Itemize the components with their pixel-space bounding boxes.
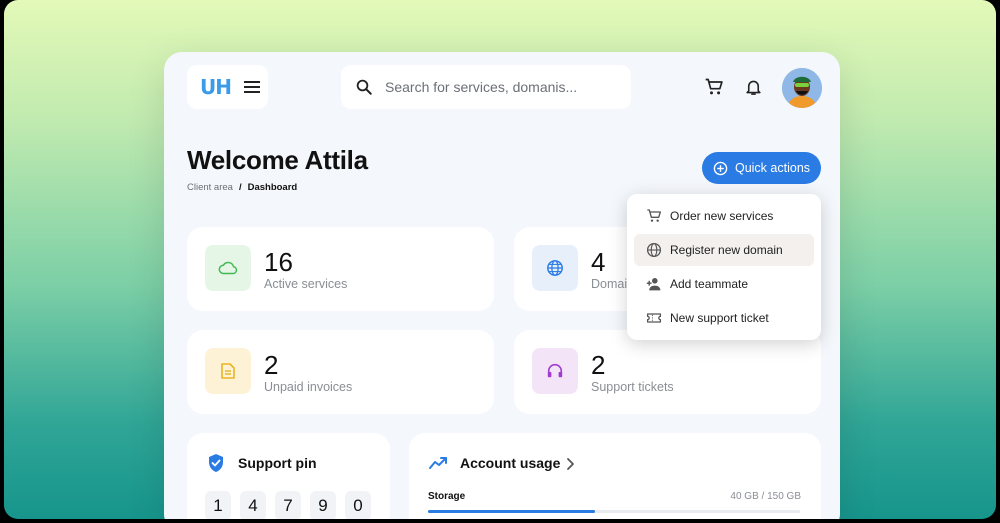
logo-box: UH bbox=[187, 65, 268, 109]
quick-actions-label: Quick actions bbox=[734, 161, 811, 175]
stat-label: Support tickets bbox=[591, 380, 674, 394]
pin-digit: 0 bbox=[345, 491, 371, 519]
search-icon bbox=[355, 78, 373, 96]
trending-up-icon bbox=[428, 455, 448, 471]
stat-value: 2 bbox=[591, 350, 606, 380]
quick-actions-menu: Order new services Register new domain A… bbox=[627, 194, 821, 340]
breadcrumb-separator: / bbox=[238, 182, 242, 193]
storage-label: Storage bbox=[428, 491, 466, 502]
stat-label: Active services bbox=[264, 277, 348, 291]
stat-card-unpaid-invoices[interactable]: 2 Unpaid invoices bbox=[187, 330, 494, 414]
gradient-background: UH Search for services, domanis... Welco… bbox=[4, 0, 996, 519]
globe-icon bbox=[532, 245, 578, 291]
avatar[interactable] bbox=[782, 68, 822, 108]
shield-check-icon bbox=[207, 453, 225, 473]
storage-progress-fill bbox=[428, 510, 596, 513]
search-input[interactable] bbox=[385, 79, 595, 95]
storage-value: 40 GB / 150 GB bbox=[730, 491, 801, 502]
globe-icon bbox=[646, 242, 662, 258]
plus-circle-icon bbox=[713, 161, 728, 176]
pin-digit: 7 bbox=[275, 491, 301, 519]
invoice-icon bbox=[205, 348, 251, 394]
menu-item-register-new-domain[interactable]: Register new domain bbox=[634, 234, 814, 266]
support-pin-digits: 1 4 7 9 0 bbox=[205, 491, 371, 519]
headset-icon bbox=[532, 348, 578, 394]
stat-card-support-tickets[interactable]: 2 Support tickets bbox=[514, 330, 821, 414]
breadcrumb-current: Dashboard bbox=[247, 182, 298, 193]
cart-icon bbox=[646, 208, 662, 224]
search-bar[interactable] bbox=[341, 65, 631, 109]
notification-bell-icon[interactable] bbox=[744, 77, 763, 97]
page-title: Welcome Attila bbox=[187, 145, 368, 175]
pin-digit: 1 bbox=[205, 491, 231, 519]
menu-item-label: Order new services bbox=[670, 209, 774, 223]
breadcrumb-root[interactable]: Client area bbox=[187, 182, 233, 193]
menu-item-label: New support ticket bbox=[670, 311, 769, 325]
pin-digit: 9 bbox=[310, 491, 336, 519]
breadcrumb: Client area / Dashboard bbox=[187, 182, 297, 193]
menu-item-order-new-services[interactable]: Order new services bbox=[634, 200, 814, 232]
logo[interactable]: UH bbox=[200, 75, 232, 99]
stat-card-active-services[interactable]: 16 Active services bbox=[187, 227, 494, 311]
quick-actions-button[interactable]: Quick actions bbox=[702, 152, 821, 184]
stat-value: 2 bbox=[264, 350, 279, 380]
person-add-icon bbox=[646, 276, 662, 292]
stat-value: 16 bbox=[264, 247, 293, 277]
stat-value: 4 bbox=[591, 247, 606, 277]
menu-item-label: Add teammate bbox=[670, 277, 749, 291]
support-pin-title: Support pin bbox=[238, 455, 317, 471]
chevron-right-icon[interactable] bbox=[565, 457, 575, 471]
stat-label: Unpaid invoices bbox=[264, 380, 353, 394]
account-usage-title: Account usage bbox=[460, 455, 561, 471]
ticket-icon bbox=[646, 310, 662, 326]
cloud-icon bbox=[205, 245, 251, 291]
storage-progress-bar bbox=[428, 510, 800, 513]
menu-item-label: Register new domain bbox=[670, 243, 783, 257]
menu-item-add-teammate[interactable]: Add teammate bbox=[634, 268, 814, 300]
support-pin-card: Support pin 1 4 7 9 0 bbox=[187, 433, 390, 519]
cart-icon[interactable] bbox=[704, 77, 724, 97]
account-usage-card[interactable]: Account usage Storage 40 GB / 150 GB bbox=[409, 433, 821, 519]
pin-digit: 4 bbox=[240, 491, 266, 519]
hamburger-menu-icon[interactable] bbox=[243, 80, 261, 94]
menu-item-new-support-ticket[interactable]: New support ticket bbox=[634, 302, 814, 334]
